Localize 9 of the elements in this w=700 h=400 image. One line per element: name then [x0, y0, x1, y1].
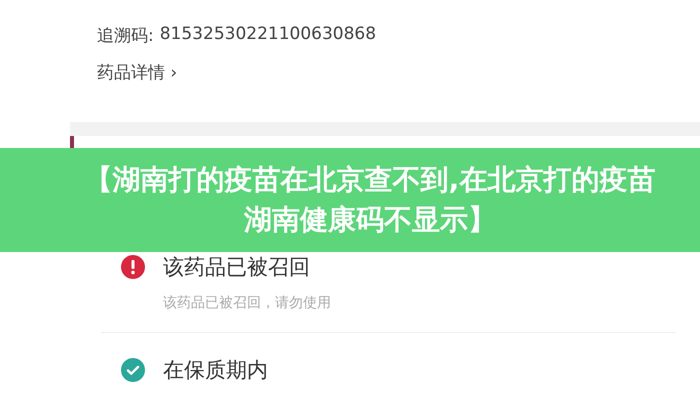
status-description: 该药品已被召回，请勿使用 [162, 294, 332, 313]
details-link[interactable]: 药品详情 › [97, 61, 178, 84]
trace-code-value: 81532530221100630868 [160, 24, 376, 46]
status-title: 在保质期内 [163, 357, 268, 384]
alert-icon [121, 255, 145, 279]
title-banner: 【湖南打的疫苗在北京查不到,在北京打的疫苗湖南健康码不显示】 [0, 148, 700, 252]
checkmark-icon [121, 358, 145, 382]
trace-code-label: 追溯码: [97, 25, 154, 47]
status-title: 该药品已被召回 [163, 254, 310, 281]
